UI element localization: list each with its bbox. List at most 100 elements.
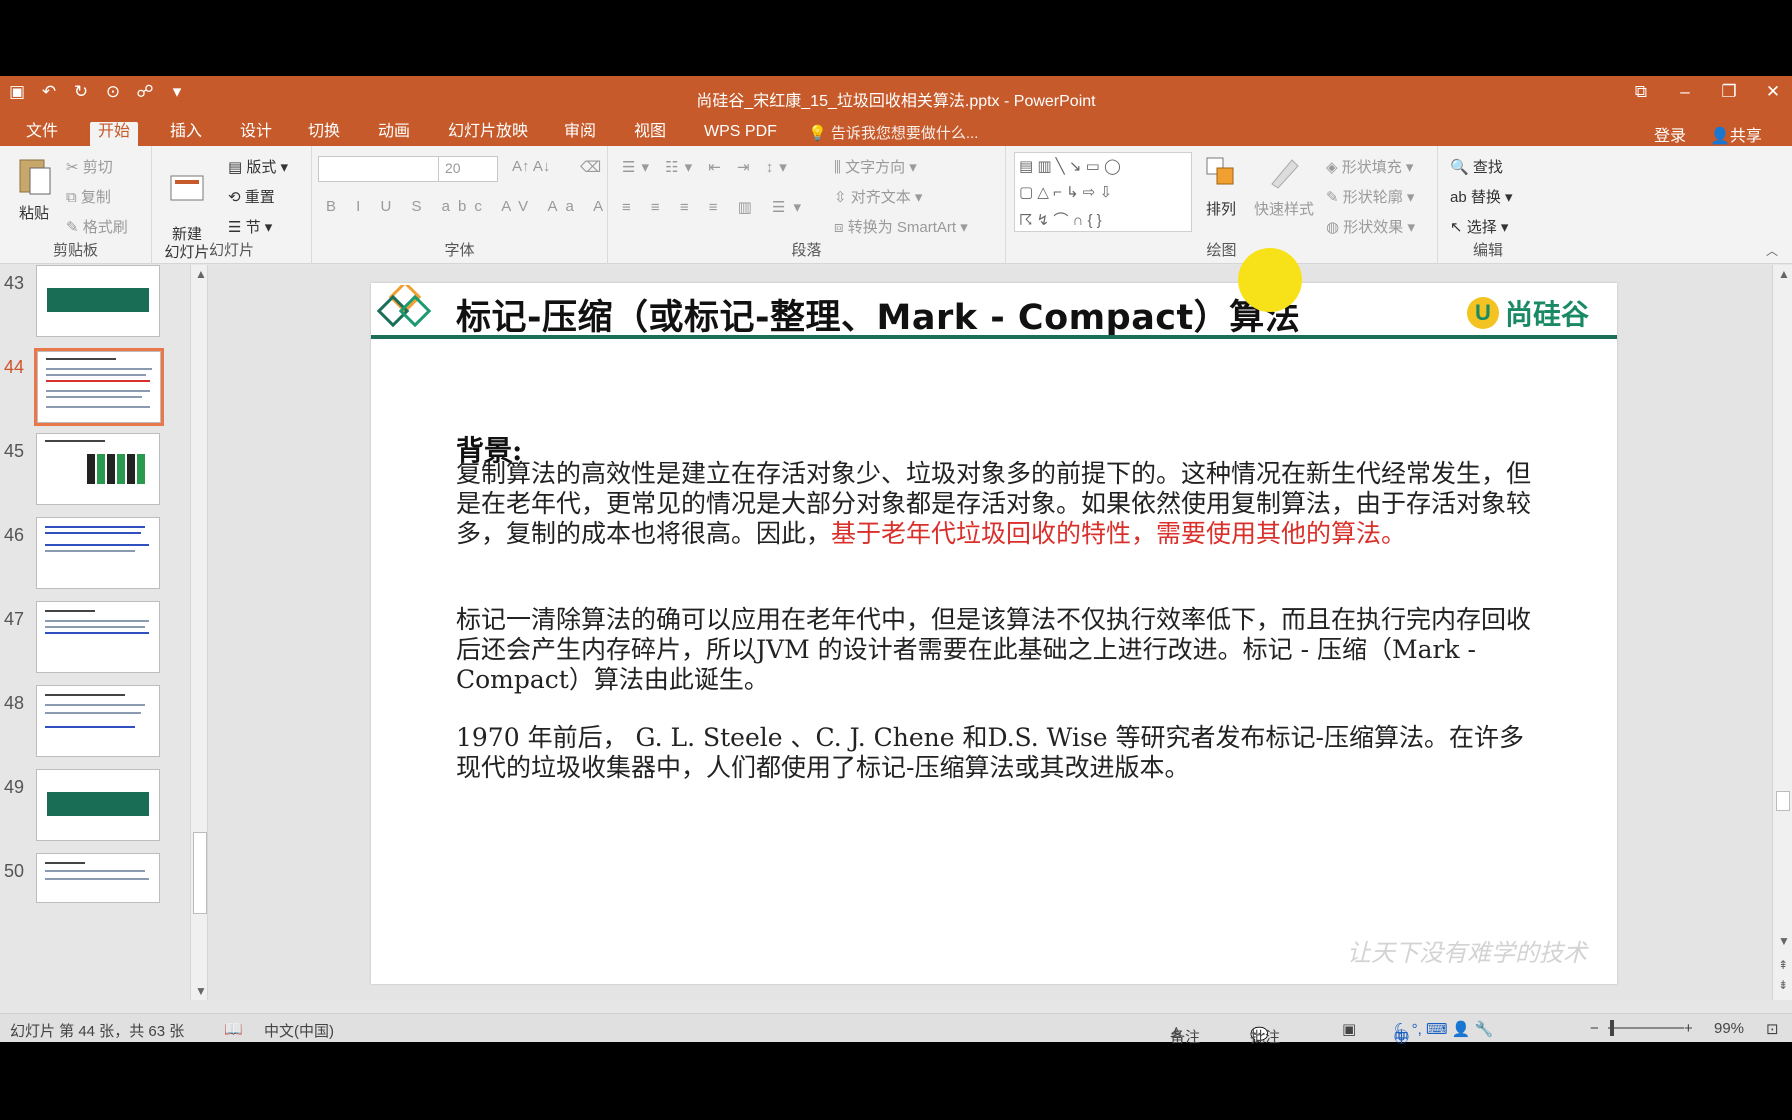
current-slide[interactable]: 标记-压缩（或标记-整理、Mark - Compact）算法 U 尚硅谷 背景:… [371,283,1617,984]
brand-logo: U 尚硅谷 [1466,293,1589,333]
spell-check-icon[interactable]: 📖 [224,1020,243,1038]
slide-watermark: 让天下没有难学的技术 [1347,939,1587,967]
quick-styles-button[interactable]: 快速样式 [1252,154,1316,219]
layout-button[interactable]: ▤ 版式 ▾ [228,156,288,177]
pointer-icon: ↖ [1450,219,1463,236]
arrange-button[interactable]: 排列 [1196,154,1246,219]
thumb-number-47: 47 [4,609,25,629]
next-slide-icon[interactable]: ⇟ [1778,978,1788,992]
zoom-slider[interactable] [1608,1027,1684,1029]
slide-editing-area: 标记-压缩（或标记-整理、Mark - Compact）算法 U 尚硅谷 背景:… [208,265,1772,1000]
ime-toolbar[interactable]: Ⓤ 中 ☾ °, ⌨ 👤 🔧 [1394,1020,1493,1046]
font-name-input[interactable] [318,156,442,182]
effects-icon: ◍ [1326,219,1340,236]
zoom-out-icon[interactable]: − [1590,1020,1599,1037]
paragraph-3[interactable]: 1970 年前后， G. L. Steele 、C. J. Chene 和D.S… [456,723,1546,783]
slide-thumbnail-43[interactable] [36,265,160,337]
cut-button[interactable]: ✂ 剪切 [66,156,113,177]
replace-button[interactable]: ab 替换 ▾ [1450,186,1513,207]
font-size-input[interactable]: 20 [438,156,498,182]
slide-thumbnail-47[interactable] [36,601,160,673]
reset-button[interactable]: ⟲ 重置 [228,186,275,207]
editing-group: 🔍 查找 ab 替换 ▾ ↖ 选择 ▾ 编辑 [1438,146,1538,264]
shape-outline-button[interactable]: ✎ 形状轮廓 ▾ [1326,186,1414,207]
align-text-button[interactable]: ⇳ 对齐文本 ▾ [834,186,922,207]
paragraph-2[interactable]: 标记一清除算法的确可以应用在老年代中，但是该算法不仅执行效率低下，而且在执行完内… [456,605,1546,695]
slide-thumbnail-46[interactable] [36,517,160,589]
shape-fill-button[interactable]: ◈ 形状填充 ▾ [1326,156,1413,177]
slide-scroll-down-icon[interactable]: ▼ [1778,934,1790,948]
paragraph-1[interactable]: 复制算法的高效性是建立在存活对象少、垃圾对象多的前提下的。这种情况在新生代经常发… [456,459,1546,549]
slide-scrollbar[interactable]: ▲ ▼ ⇞ ⇟ [1772,265,1792,1000]
smartart-button[interactable]: ⧈ 转换为 SmartArt ▾ [834,216,968,237]
thumb-number-43: 43 [4,273,25,293]
thumbnails-scroll-thumb[interactable] [193,832,207,914]
slide-scroll-thumb[interactable] [1776,791,1790,811]
language-indicator[interactable]: 中文(中国) [264,1020,334,1041]
tab-animations[interactable]: 动画 [370,122,418,146]
login-link[interactable]: 登录 [1654,122,1686,146]
align-icons[interactable]: ≡ ≡ ≡ ≡ ▥ ☰▾ [622,198,809,216]
text-direction-button[interactable]: ⫼ 文字方向 ▾ [834,156,917,177]
slide-thumbnail-44[interactable] [34,348,164,426]
slide-thumbnail-45[interactable] [36,433,160,505]
notes-label: 备注 [1170,1029,1201,1046]
section-button[interactable]: ☰ 节 ▾ [228,216,272,237]
shape-effects-button[interactable]: ◍ 形状效果 ▾ [1326,216,1415,237]
tab-home[interactable]: 开始 [90,122,139,146]
tab-transitions[interactable]: 切换 [300,122,348,146]
arrange-icon [1206,157,1234,185]
share-button[interactable]: 👤共享 [1710,122,1762,146]
ribbon-display-options-icon[interactable]: ⧉ [1630,82,1652,102]
scroll-down-icon[interactable]: ▼ [195,984,207,998]
restore-icon[interactable]: ❐ [1718,82,1740,102]
zoom-slider-thumb[interactable] [1610,1020,1614,1036]
grow-font-icon[interactable]: A↑ A↓ [512,158,550,175]
freeform-icon: ☈ ↯ ⌒ ∩ { } [1019,212,1102,229]
tab-slideshow[interactable]: 幻灯片放映 [440,122,536,146]
drawing-group-label: 绘图 [1206,242,1237,259]
slide-title[interactable]: 标记-压缩（或标记-整理、Mark - Compact）算法 [456,289,1300,340]
paste-button[interactable]: 粘贴 [12,154,56,223]
ribbon-tabs: 文件 开始 插入 设计 切换 动画 幻灯片放映 审阅 视图 WPS PDF 💡 … [0,116,1792,146]
previous-slide-icon[interactable]: ⇞ [1778,958,1788,972]
quick-styles-label: 快速样式 [1253,201,1314,218]
diamond-logo-icon [377,285,432,328]
tell-me-box[interactable]: 💡 告诉我您想要做什么... [808,122,978,143]
tab-file[interactable]: 文件 [18,122,66,146]
tab-review[interactable]: 审阅 [556,122,604,146]
fit-slide-icon[interactable]: ⊡ [1766,1020,1779,1038]
zoom-level[interactable]: 99% [1714,1020,1744,1037]
layout-label: 版式 [246,159,277,176]
list-icons[interactable]: ☰▾ ☷▾ ⇤ ⇥ ↕▾ [622,158,793,176]
new-slide-icon [170,175,204,201]
zoom-in-icon[interactable]: + [1684,1020,1693,1037]
normal-view-icon[interactable]: ▣ [1342,1020,1356,1038]
format-painter-button[interactable]: ✎ 格式刷 [66,216,128,237]
brush-icon: ✎ [66,219,79,236]
thumbnails-scrollbar[interactable]: ▲ ▼ [190,265,208,1000]
slide-scroll-up-icon[interactable]: ▲ [1778,267,1790,281]
scroll-up-icon[interactable]: ▲ [195,267,207,281]
close-icon[interactable]: ✕ [1762,82,1784,102]
slide-thumbnail-49[interactable] [36,769,160,841]
collapse-ribbon-icon[interactable]: ︿ [1766,242,1778,259]
minimize-icon[interactable]: – [1674,82,1696,102]
find-button[interactable]: 🔍 查找 [1450,156,1503,177]
copy-button[interactable]: ⧉ 复制 [66,186,111,207]
font-style-icons[interactable]: B I U S abc AV Aa A [326,198,611,215]
slide-thumbnail-48[interactable] [36,685,160,757]
select-button[interactable]: ↖ 选择 ▾ [1450,216,1508,237]
shapes-gallery[interactable]: ▤ ▥ ╲ ↘ ▭ ◯ ▢ △ ⌐ ↳ ⇨ ⇩ ☈ ↯ ⌒ ∩ { } [1014,152,1192,232]
tab-view[interactable]: 视图 [626,122,674,146]
clear-format-icon[interactable]: ⌫ [580,158,601,176]
slide-thumbnail-50[interactable] [36,853,160,903]
shape-fill-label: 形状填充 [1341,159,1402,176]
tab-design[interactable]: 设计 [232,122,280,146]
tab-wps-pdf[interactable]: WPS PDF [696,122,785,146]
slide-thumbnails-pane: 43 44 45 46 47 48 49 50 [0,265,190,1000]
tell-me-text: 告诉我您想要做什么... [830,125,979,142]
tab-insert[interactable]: 插入 [162,122,210,146]
clipboard-group: 粘贴 ✂ 剪切 ⧉ 复制 ✎ 格式刷 剪贴板 [0,146,152,264]
lightbulb-icon: 💡 [808,125,827,142]
